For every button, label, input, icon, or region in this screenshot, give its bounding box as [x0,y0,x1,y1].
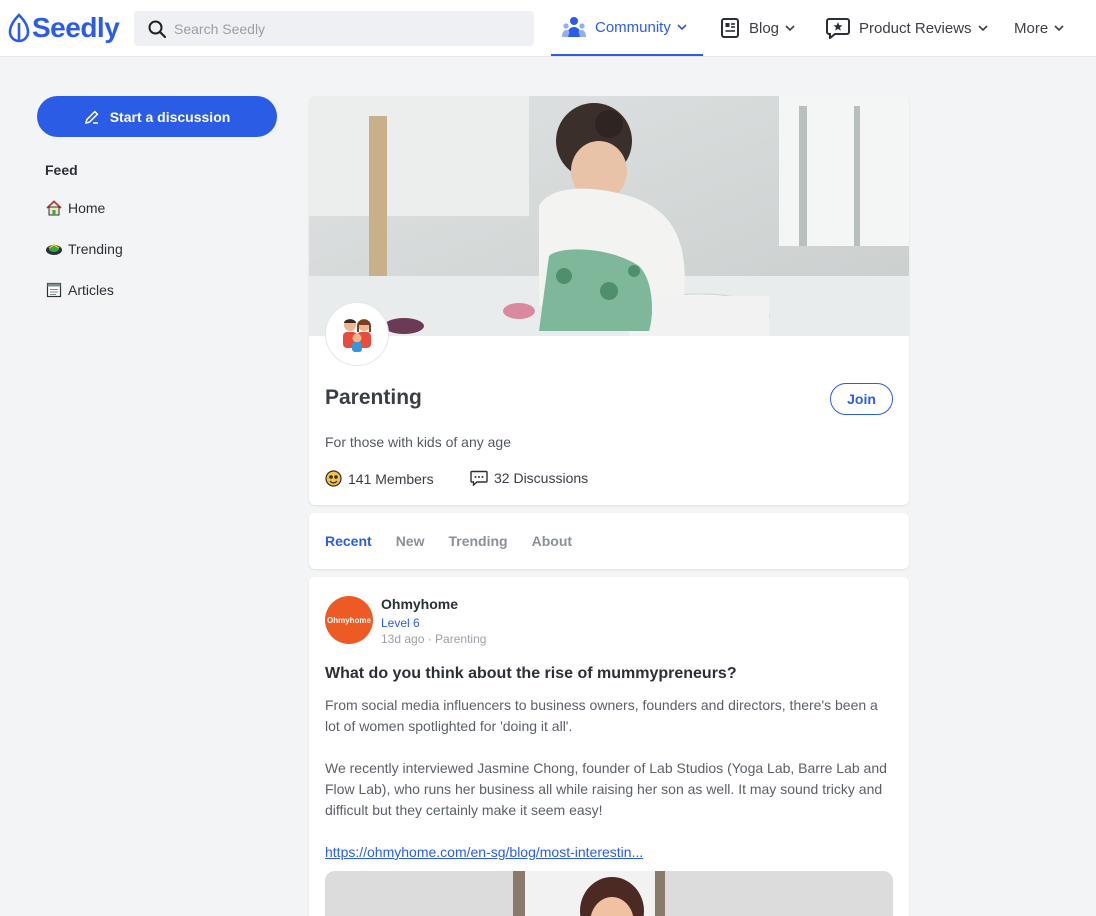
nav-blog[interactable]: Blog [720,0,795,56]
post-paragraph: We recently interviewed Jasmine Chong, f… [325,760,887,818]
group-avatar [325,302,389,366]
blog-icon [721,18,739,38]
top-navigation-bar: Seedly Community Blog [0,0,1096,57]
discussion-post-card[interactable]: Ohmyhome Ohmyhome Level 6 13d ago · Pare… [309,577,909,916]
sidebar-item-trending[interactable]: Trending [45,240,123,258]
pencil-icon [84,110,99,124]
members-icon [325,470,342,487]
tab-recent[interactable]: Recent [325,533,372,549]
seedly-logo[interactable]: Seedly [8,12,120,44]
nav-community[interactable]: Community [551,0,703,56]
join-group-button[interactable]: Join [830,383,893,415]
family-icon [343,319,371,352]
member-count-text: 141 Members [348,470,434,487]
chevron-down-icon [785,24,795,31]
search-icon [148,20,166,38]
sidebar-item-label: Home [68,200,106,216]
group-tabs: Recent New Trending About [309,513,909,569]
start-discussion-button[interactable]: Start a discussion [37,96,277,137]
nav-more-label: More [1014,19,1049,37]
author-level-badge: Level 6 [381,616,420,630]
nav-more[interactable]: More [1014,0,1064,56]
group-header-card: Parenting Join For those with kids of an… [309,96,909,505]
group-description: For those with kids of any age [325,434,511,450]
discussion-count: 32 Discussions [470,470,588,486]
house-icon [45,199,63,217]
nav-blog-label: Blog [749,19,780,37]
chevron-down-icon [1054,24,1064,31]
group-banner-image [309,96,909,336]
nav-product-reviews[interactable]: Product Reviews [826,0,988,56]
author-name[interactable]: Ohmyhome [381,596,458,612]
author-avatar[interactable]: Ohmyhome [325,596,373,644]
tab-new[interactable]: New [396,533,425,549]
sidebar-item-label: Articles [68,282,114,298]
post-link[interactable]: https://ohmyhome.com/en-sg/blog/most-int… [325,844,643,860]
feed-heading: Feed [45,162,78,178]
nav-product-reviews-label: Product Reviews [859,19,972,37]
speech-bubble-icon [470,470,488,486]
sidebar-item-home[interactable]: Home [45,199,105,217]
nav-community-label: Community [595,18,671,36]
sidebar-item-label: Trending [68,241,123,257]
chevron-down-icon [677,23,687,30]
post-paragraph: From social media influencers to busines… [325,697,878,734]
member-count: 141 Members [325,470,434,487]
discussion-count-text: 32 Discussions [494,470,589,486]
articles-icon [45,281,63,299]
trending-icon [45,240,63,258]
group-title: Parenting [325,386,422,409]
sidebar-item-articles[interactable]: Articles [45,281,114,299]
post-preview-image[interactable] [325,871,893,916]
post-body: From social media influencers to busines… [325,695,893,842]
chevron-down-icon [977,24,988,31]
tab-about[interactable]: About [532,533,572,549]
community-icon [562,17,586,37]
product-reviews-icon [826,18,850,39]
start-discussion-label: Start a discussion [109,108,231,125]
tab-trending[interactable]: Trending [448,533,507,549]
post-meta: 13d ago · Parenting [381,632,487,646]
search-input[interactable] [174,20,514,37]
post-title[interactable]: What do you think about the rise of mumm… [325,665,737,683]
logo-text: Seedly [32,12,120,43]
search-bar[interactable] [134,11,534,46]
seedly-leaf-icon [8,13,30,43]
